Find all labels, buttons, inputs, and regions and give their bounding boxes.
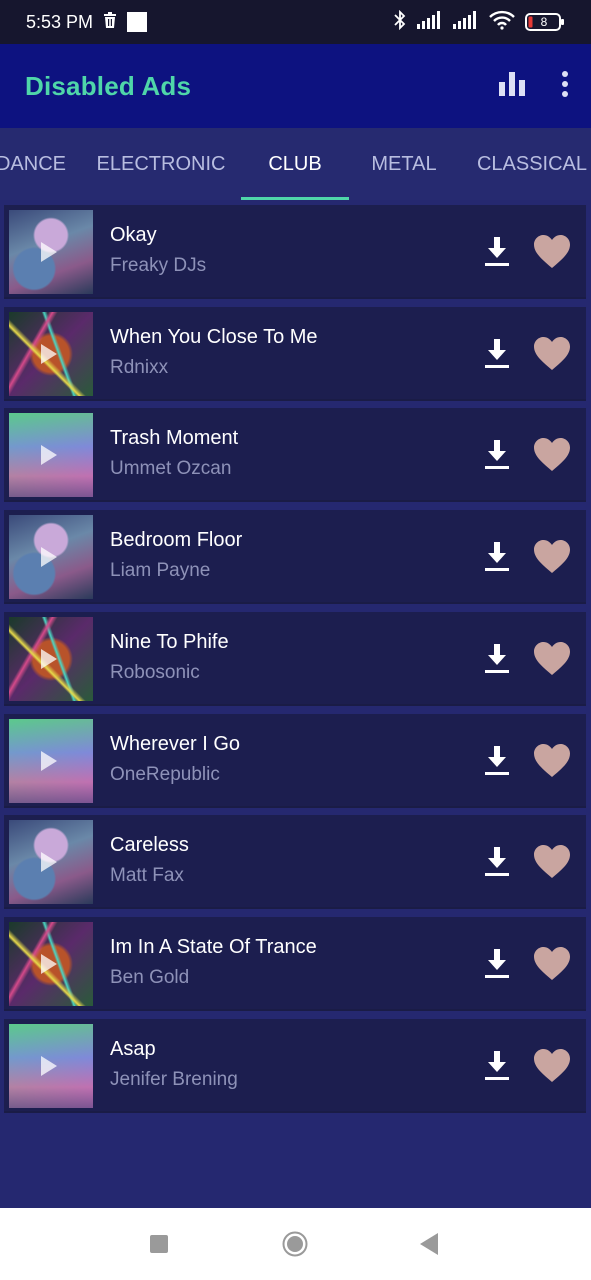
track-title: Wherever I Go <box>110 733 241 755</box>
battery-icon: 8 <box>525 13 565 31</box>
signal-icon <box>417 10 443 34</box>
album-cover[interactable] <box>9 515 93 599</box>
track-title: Asap <box>110 1038 156 1060</box>
album-cover[interactable] <box>9 922 93 1006</box>
download-icon[interactable] <box>485 1051 509 1081</box>
download-icon[interactable] <box>485 644 509 674</box>
play-icon[interactable] <box>41 344 57 364</box>
track-row[interactable]: Trash Moment Ummet Ozcan <box>4 408 586 502</box>
notification-square-icon <box>127 12 148 32</box>
track-row[interactable]: Okay Freaky DJs <box>4 205 586 299</box>
track-row[interactable]: Bedroom Floor Liam Payne <box>4 510 586 604</box>
favorite-heart-icon[interactable] <box>534 438 570 472</box>
track-artist: Matt Fax <box>110 865 184 886</box>
home-circle-icon[interactable] <box>282 1231 308 1262</box>
album-cover[interactable] <box>9 312 93 396</box>
favorite-heart-icon[interactable] <box>534 744 570 778</box>
track-artist: Ummet Ozcan <box>110 458 232 479</box>
bluetooth-icon <box>393 9 407 35</box>
download-icon[interactable] <box>485 440 509 470</box>
app-bar: Disabled Ads <box>0 44 591 128</box>
track-artist: Freaky DJs <box>110 255 207 276</box>
album-cover[interactable] <box>9 617 93 701</box>
equalizer-icon[interactable] <box>499 71 525 101</box>
tab-classical[interactable]: CLASSICAL <box>470 128 591 200</box>
track-artist: Jenifer Brening <box>110 1069 238 1090</box>
favorite-heart-icon[interactable] <box>534 642 570 676</box>
track-artist: Robosonic <box>110 662 200 683</box>
track-title: When You Close To Me <box>110 326 318 348</box>
favorite-heart-icon[interactable] <box>534 845 570 879</box>
play-icon[interactable] <box>41 954 57 974</box>
status-bar: 5:53 PM 8 <box>0 0 591 44</box>
track-row[interactable]: Asap Jenifer Brening <box>4 1019 586 1113</box>
track-row[interactable]: Careless Matt Fax <box>4 815 586 909</box>
track-artist: Rdnixx <box>110 357 169 378</box>
wifi-icon <box>489 10 515 35</box>
album-cover[interactable] <box>9 413 93 497</box>
battery-level: 8 <box>540 15 548 29</box>
tab-metal[interactable]: METAL <box>362 128 446 200</box>
track-title: Trash Moment <box>110 427 239 449</box>
track-title: Careless <box>110 834 189 856</box>
trash-icon <box>103 11 117 33</box>
tab-dance[interactable]: DANCE <box>0 128 68 200</box>
status-time: 5:53 PM <box>26 11 94 32</box>
play-icon[interactable] <box>41 547 57 567</box>
track-row[interactable]: Nine To Phife Robosonic <box>4 612 586 706</box>
favorite-heart-icon[interactable] <box>534 235 570 269</box>
genre-tabs: DANCE ELECTRONIC CLUB METAL CLASSICAL <box>0 128 591 200</box>
system-nav-bar <box>0 1208 591 1280</box>
tab-electronic[interactable]: ELECTRONIC <box>92 128 230 200</box>
play-icon[interactable] <box>41 751 57 771</box>
track-row[interactable]: When You Close To Me Rdnixx <box>4 307 586 401</box>
album-cover[interactable] <box>9 210 93 294</box>
track-title: Bedroom Floor <box>110 529 243 551</box>
favorite-heart-icon[interactable] <box>534 337 570 371</box>
track-artist: Liam Payne <box>110 560 211 581</box>
recents-square-icon[interactable] <box>150 1235 168 1258</box>
favorite-heart-icon[interactable] <box>534 1049 570 1083</box>
app-title: Disabled Ads <box>25 70 192 101</box>
more-vert-icon[interactable] <box>561 70 569 102</box>
download-icon[interactable] <box>485 542 509 572</box>
album-cover[interactable] <box>9 820 93 904</box>
download-icon[interactable] <box>485 237 509 267</box>
play-icon[interactable] <box>41 242 57 262</box>
favorite-heart-icon[interactable] <box>534 947 570 981</box>
play-icon[interactable] <box>41 649 57 669</box>
album-cover[interactable] <box>9 1024 93 1108</box>
track-artist: Ben Gold <box>110 967 190 988</box>
tab-indicator <box>241 197 349 200</box>
track-title: Okay <box>110 224 157 246</box>
play-icon[interactable] <box>41 445 57 465</box>
album-cover[interactable] <box>9 719 93 803</box>
back-triangle-icon[interactable] <box>420 1233 438 1260</box>
track-row[interactable]: Im In A State Of Trance Ben Gold <box>4 917 586 1011</box>
download-icon[interactable] <box>485 339 509 369</box>
track-row[interactable]: Wherever I Go OneRepublic <box>4 714 586 808</box>
download-icon[interactable] <box>485 949 509 979</box>
favorite-heart-icon[interactable] <box>534 540 570 574</box>
play-icon[interactable] <box>41 852 57 872</box>
download-icon[interactable] <box>485 847 509 877</box>
play-icon[interactable] <box>41 1056 57 1076</box>
tab-club[interactable]: CLUB <box>241 128 349 200</box>
download-icon[interactable] <box>485 746 509 776</box>
track-title: Im In A State Of Trance <box>110 936 317 958</box>
track-title: Nine To Phife <box>110 631 229 653</box>
signal-icon-2 <box>453 10 479 34</box>
track-artist: OneRepublic <box>110 764 220 785</box>
